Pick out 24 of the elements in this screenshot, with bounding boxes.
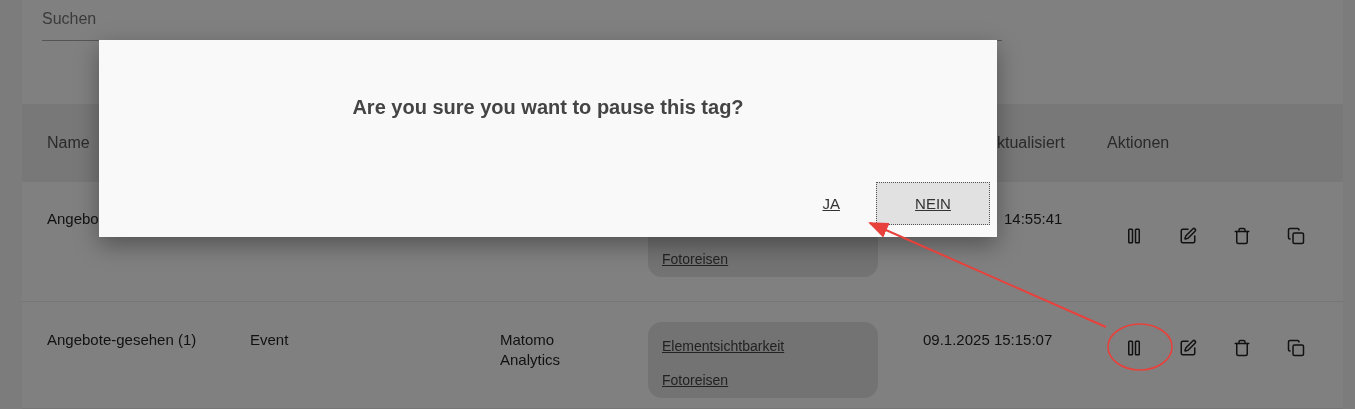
column-header: ktualisiert — [996, 134, 1066, 152]
column-header: Aktionen — [1107, 134, 1171, 152]
copy-icon — [1287, 339, 1305, 357]
dialog-message: Are you sure you want to pause this tag? — [351, 96, 745, 119]
trash-icon — [1233, 227, 1251, 245]
table-cell-text: Angebote-gesehen (1) — [47, 330, 198, 350]
table-cell-text: 09.1.2025 15:15:07 — [923, 330, 1054, 350]
tag-link[interactable]: Elementsichtbarkeit — [662, 338, 785, 354]
table-cell-text: Event — [250, 330, 290, 350]
tag-link[interactable]: Fotoreisen — [662, 251, 729, 267]
table-cell-text: 14:55:41 — [1003, 209, 1064, 229]
edit-icon — [1179, 227, 1197, 245]
cancel-button[interactable]: NEIN — [876, 182, 990, 225]
edit-icon — [1179, 339, 1197, 357]
highlight-ellipse — [1107, 323, 1173, 371]
pause-icon — [1125, 227, 1143, 245]
copy-icon — [1287, 227, 1305, 245]
column-header: Name — [47, 134, 91, 152]
confirm-button[interactable]: JA — [818, 189, 844, 218]
table-cell-text: Angebo — [47, 209, 100, 229]
trash-icon — [1233, 339, 1251, 357]
tag-link[interactable]: Fotoreisen — [662, 372, 729, 388]
pause-icon — [1125, 339, 1143, 357]
table-cell-text: Matomo Analytics — [500, 330, 562, 370]
